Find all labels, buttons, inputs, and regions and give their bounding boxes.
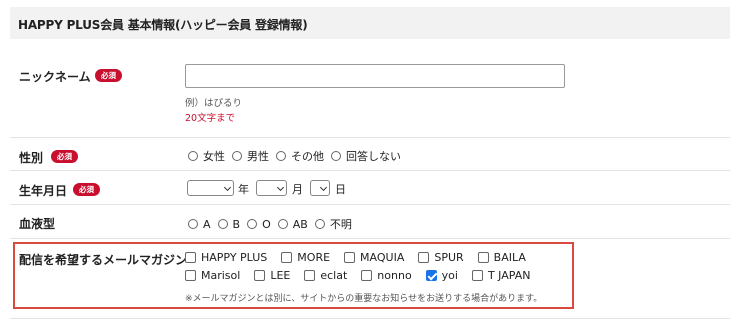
blood-type-option[interactable]: B [217, 218, 240, 231]
divider [10, 204, 730, 205]
mail-magazine-row-2: Marisol LEE eclat nonno yoi T JAPAN [185, 269, 544, 282]
checkbox-checked[interactable] [425, 270, 437, 281]
section-title: HAPPY PLUS会員 基本情報(ハッピー会員 登録情報) [18, 18, 308, 32]
year-unit: 年 [238, 183, 249, 196]
mail-magazine-option[interactable]: SPUR [418, 251, 464, 264]
checkbox[interactable] [471, 270, 483, 281]
day-unit: 日 [335, 183, 346, 196]
mail-magazine-note: ※メールマガジンとは別に、サイトからの重要なお知らせをお送りする場合があります。 [185, 294, 543, 304]
nickname-input[interactable] [185, 64, 565, 88]
required-badge: 必須 [51, 150, 78, 163]
mail-magazine-option[interactable]: MORE [281, 251, 330, 264]
blood-type-option[interactable]: A [188, 218, 211, 231]
required-badge: 必須 [73, 183, 100, 196]
nickname-hint: 例）はぴるり [185, 98, 243, 109]
radio-button[interactable] [247, 219, 258, 229]
chevron-down-icon [319, 183, 328, 192]
gender-option[interactable]: その他 [276, 148, 324, 164]
radio-button[interactable] [232, 151, 242, 161]
radio-button[interactable] [217, 219, 228, 229]
mail-magazine-option[interactable]: BAILA [477, 251, 526, 264]
chevron-down-icon [223, 183, 232, 192]
radio-button[interactable] [277, 219, 288, 229]
radio-button[interactable] [188, 219, 198, 229]
year-select[interactable] [187, 180, 234, 196]
blood-type-option[interactable]: 不明 [314, 216, 352, 232]
checkbox[interactable] [344, 252, 356, 263]
day-select[interactable] [310, 180, 330, 196]
section-header: HAPPY PLUS会員 基本情報(ハッピー会員 登録情報) [10, 7, 730, 39]
blood-type-option[interactable]: O [247, 218, 271, 231]
radio-button[interactable] [331, 151, 341, 161]
checkbox[interactable] [185, 270, 196, 281]
divider [10, 318, 730, 319]
mail-magazine-option[interactable]: Marisol [185, 269, 240, 282]
radio-button[interactable] [276, 151, 286, 161]
blood-type-radio-group: A B O AB 不明 [188, 216, 359, 232]
mail-magazine-label: 配信を希望するメールマガジン [19, 253, 188, 267]
mail-magazine-option[interactable]: LEE [254, 269, 290, 282]
birthdate-label: 生年月日 [19, 184, 68, 198]
chevron-down-icon [276, 183, 285, 192]
mail-magazine-row-1: HAPPY PLUS MORE MAQUIA SPUR BAILA [185, 251, 540, 264]
mail-magazine-option-yoi[interactable]: yoi [425, 269, 458, 282]
checkbox[interactable] [477, 252, 489, 263]
gender-option[interactable]: 男性 [232, 148, 269, 164]
radio-button[interactable] [188, 151, 198, 161]
checkbox[interactable] [254, 270, 266, 281]
mail-magazine-option[interactable]: nonno [361, 269, 412, 282]
gender-option[interactable]: 回答しない [331, 148, 401, 164]
month-unit: 月 [292, 183, 303, 196]
gender-option[interactable]: 女性 [188, 148, 225, 164]
radio-button[interactable] [314, 219, 325, 229]
checkbox[interactable] [281, 252, 293, 263]
mail-magazine-option[interactable]: HAPPY PLUS [185, 251, 267, 264]
required-badge: 必須 [95, 69, 122, 82]
checkbox[interactable] [304, 270, 316, 281]
divider [10, 170, 730, 171]
checkbox[interactable] [418, 252, 430, 263]
gender-label: 性別 [19, 151, 44, 165]
mail-magazine-option[interactable]: eclat [304, 269, 347, 282]
month-select[interactable] [256, 180, 287, 196]
blood-type-label: 血液型 [19, 217, 56, 231]
divider [10, 137, 730, 138]
divider [10, 238, 730, 239]
checkbox[interactable] [185, 252, 196, 263]
nickname-label: ニックネーム [19, 70, 91, 84]
blood-type-option[interactable]: AB [277, 218, 308, 231]
gender-radio-group: 女性 男性 その他 回答しない [188, 148, 408, 164]
mail-magazine-option[interactable]: MAQUIA [344, 251, 404, 264]
checkbox[interactable] [361, 270, 373, 281]
mail-magazine-option[interactable]: T JAPAN [471, 269, 530, 282]
nickname-limit: 20文字まで [185, 113, 236, 124]
